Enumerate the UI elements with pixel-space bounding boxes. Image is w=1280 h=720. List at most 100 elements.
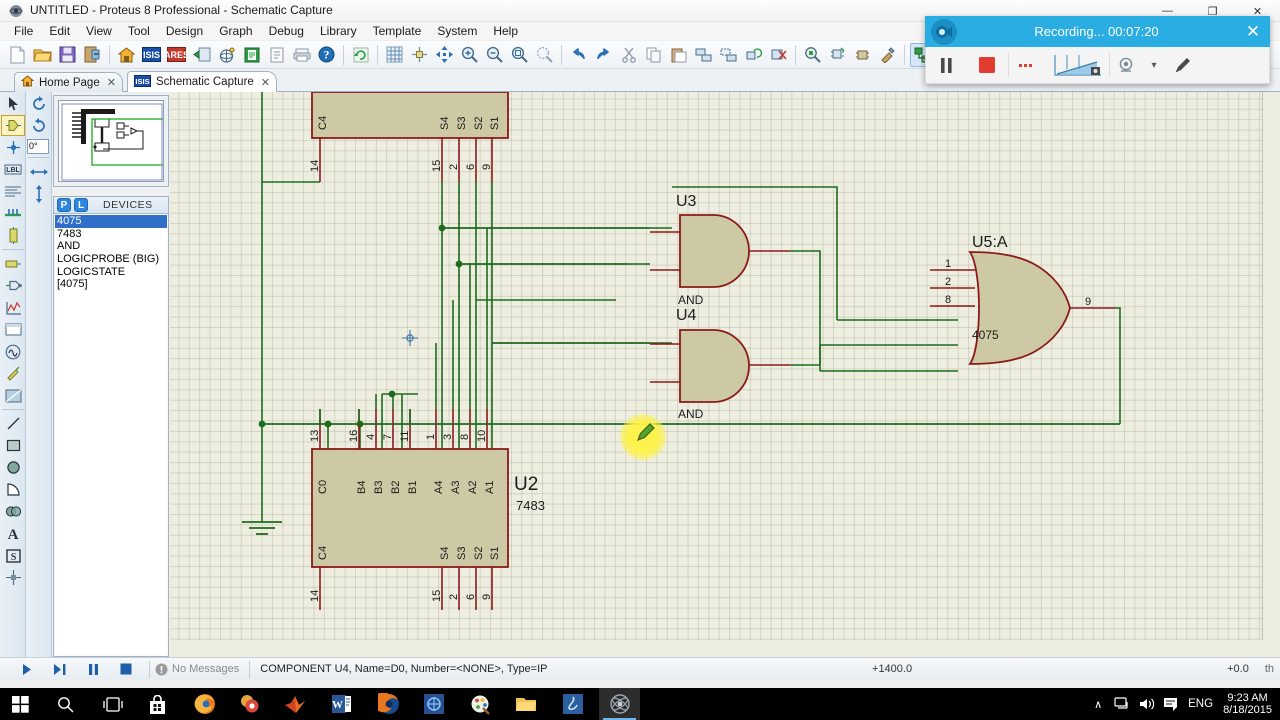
close-icon[interactable]: ✕ <box>107 76 116 89</box>
volume-icon[interactable] <box>1134 688 1158 720</box>
step-button[interactable] <box>49 659 71 679</box>
menu-item-design[interactable]: Design <box>158 22 211 41</box>
2d-marker-mode[interactable] <box>1 567 25 588</box>
menu-item-file[interactable]: File <box>6 22 41 41</box>
list-item[interactable]: AND <box>55 240 167 253</box>
generator-mode[interactable] <box>1 341 25 362</box>
bill-of-materials-icon[interactable] <box>240 43 263 67</box>
2d-path-mode[interactable] <box>1 501 25 522</box>
pick-device-icon[interactable] <box>801 43 824 67</box>
selection-mode[interactable] <box>1 93 25 114</box>
wire-label-mode[interactable]: LBL <box>1 159 25 180</box>
audio-level-meter[interactable] <box>1009 47 1047 84</box>
pan-icon[interactable] <box>433 43 456 67</box>
stop-recording-button[interactable] <box>966 47 1008 84</box>
mirror-vertical-icon[interactable] <box>27 183 51 204</box>
stop-button[interactable] <box>115 659 137 679</box>
refresh-icon[interactable] <box>349 43 372 67</box>
search-icon[interactable] <box>45 688 86 720</box>
close-project-icon[interactable] <box>81 43 104 67</box>
new-file-icon[interactable] <box>6 43 29 67</box>
copy-icon[interactable] <box>642 43 665 67</box>
webcam-dropdown[interactable]: ▾ <box>1144 47 1164 84</box>
volume-graph[interactable] <box>1047 47 1109 84</box>
zoom-area-icon[interactable] <box>533 43 556 67</box>
show-hidden-icons-icon[interactable]: ∧ <box>1086 688 1110 720</box>
menu-item-edit[interactable]: Edit <box>41 22 78 41</box>
block-copy-icon[interactable] <box>692 43 715 67</box>
menu-item-system[interactable]: System <box>429 22 485 41</box>
menu-item-library[interactable]: Library <box>312 22 365 41</box>
menu-item-debug[interactable]: Debug <box>261 22 312 41</box>
matlab-icon[interactable] <box>274 688 315 720</box>
cut-icon[interactable] <box>617 43 640 67</box>
save-icon[interactable] <box>56 43 79 67</box>
2d-symbol-mode[interactable]: S <box>1 545 25 566</box>
make-device-icon[interactable] <box>826 43 849 67</box>
file-explorer-icon[interactable] <box>505 688 546 720</box>
subcircuit-mode[interactable] <box>1 225 25 246</box>
home-page-icon[interactable] <box>115 43 138 67</box>
action-center-icon[interactable] <box>1158 688 1182 720</box>
pause-button[interactable] <box>82 659 104 679</box>
paste-icon[interactable] <box>667 43 690 67</box>
start-button[interactable] <box>0 688 41 720</box>
tab-home-page[interactable]: Home Page ✕ <box>14 72 123 92</box>
2d-line-mode[interactable] <box>1 413 25 434</box>
adobe-icon[interactable] <box>552 688 593 720</box>
pause-recording-button[interactable] <box>926 47 966 84</box>
vertical-scrollbar[interactable] <box>1263 92 1280 657</box>
language-indicator[interactable]: ENG <box>1182 698 1219 710</box>
draw-button[interactable] <box>1164 47 1202 84</box>
decompose-icon[interactable] <box>876 43 899 67</box>
menu-item-tool[interactable]: Tool <box>120 22 158 41</box>
list-item[interactable]: [4075] <box>55 278 167 291</box>
source-code-icon[interactable] <box>190 43 213 67</box>
redo-icon[interactable] <box>592 43 615 67</box>
2d-circle-mode[interactable] <box>1 457 25 478</box>
schematic-canvas[interactable]: .wire { stroke:#1d6b1d; stroke-width:1.6… <box>170 92 1280 657</box>
zoom-in-icon[interactable] <box>458 43 481 67</box>
toggle-grid-icon[interactable] <box>383 43 406 67</box>
close-icon[interactable]: ✕ <box>1236 16 1270 47</box>
list-item[interactable]: 7483 <box>55 228 167 241</box>
block-move-icon[interactable] <box>717 43 740 67</box>
pick-devices-button[interactable]: P <box>57 198 71 212</box>
voltage-probe-mode[interactable] <box>1 363 25 384</box>
help-icon[interactable]: ? <box>315 43 338 67</box>
camtasia-icon[interactable] <box>229 688 270 720</box>
tab-schematic-capture[interactable]: ISIS Schematic Capture ✕ <box>127 71 278 92</box>
play-button[interactable] <box>16 659 38 679</box>
junction-dot-mode[interactable] <box>1 137 25 158</box>
menu-item-graph[interactable]: Graph <box>211 22 260 41</box>
undo-icon[interactable] <box>567 43 590 67</box>
zoom-all-icon[interactable] <box>508 43 531 67</box>
component-mode[interactable] <box>1 115 25 136</box>
packaging-tool-icon[interactable] <box>851 43 874 67</box>
buses-mode[interactable] <box>1 203 25 224</box>
webcam-button[interactable] <box>1110 47 1144 84</box>
store-icon[interactable] <box>137 688 178 720</box>
menu-item-view[interactable]: View <box>78 22 120 41</box>
virtual-instruments-mode[interactable] <box>1 385 25 406</box>
task-view-icon[interactable] <box>92 688 133 720</box>
library-manager-button[interactable]: L <box>74 198 88 212</box>
rotation-angle-input[interactable]: 0° <box>27 139 49 154</box>
origin-icon[interactable] <box>408 43 431 67</box>
graph-mode[interactable] <box>1 297 25 318</box>
block-delete-icon[interactable] <box>767 43 790 67</box>
menu-item-help[interactable]: Help <box>485 22 526 41</box>
clock[interactable]: 9:23 AM 8/18/2015 <box>1219 692 1280 716</box>
rotate-anticlockwise-icon[interactable] <box>27 115 51 136</box>
browser-icon[interactable] <box>368 688 409 720</box>
design-explorer-icon[interactable] <box>265 43 288 67</box>
2d-box-mode[interactable] <box>1 435 25 456</box>
pcb-layout-icon[interactable]: ARES <box>165 43 188 67</box>
text-script-mode[interactable] <box>1 181 25 202</box>
print-icon[interactable] <box>290 43 313 67</box>
list-item[interactable]: LOGICPROBE (BIG) <box>55 253 167 266</box>
overview-preview-panel[interactable] <box>53 95 169 187</box>
paint-icon[interactable] <box>460 688 501 720</box>
2d-text-mode[interactable]: A <box>1 523 25 544</box>
horizontal-scrollbar[interactable] <box>170 640 1280 657</box>
